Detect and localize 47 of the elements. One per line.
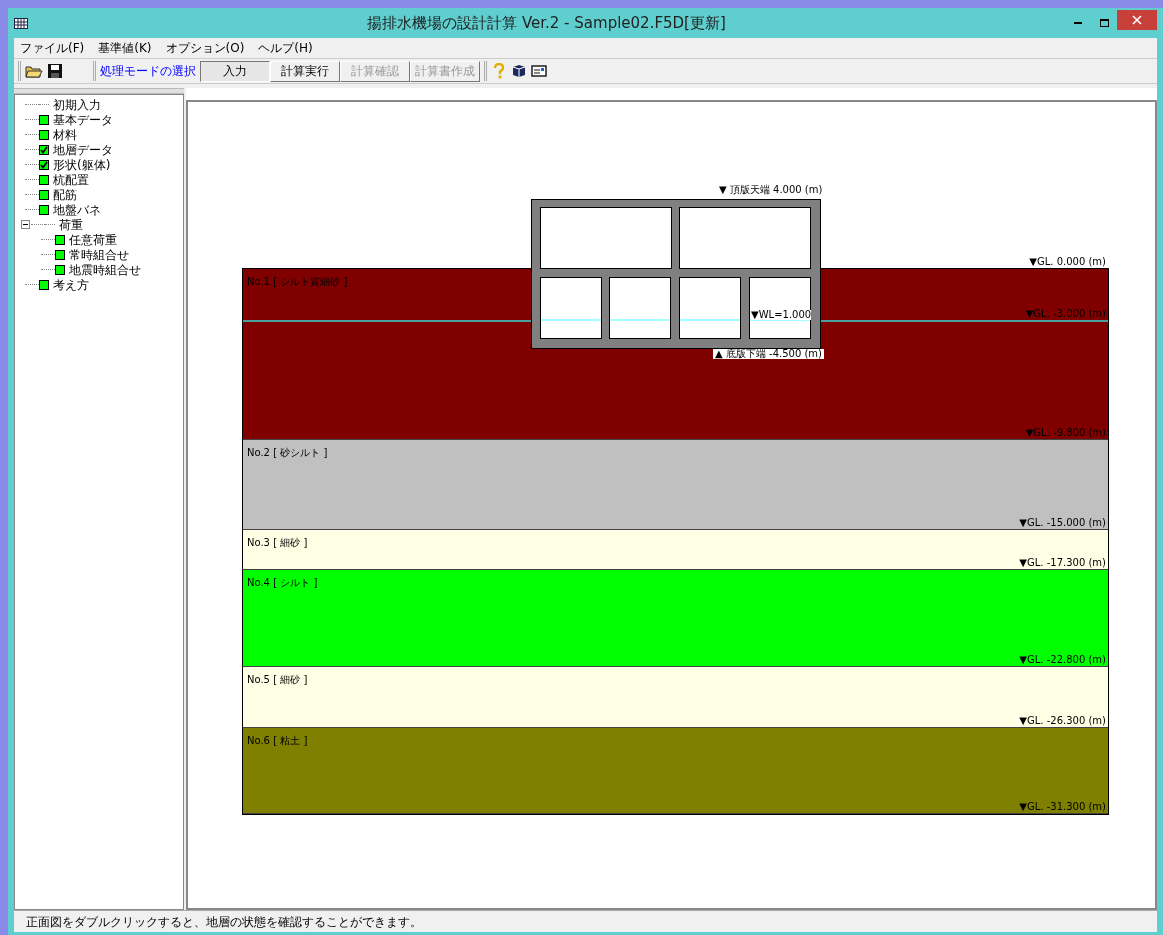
menu-item[interactable]: ファイル(F) bbox=[20, 39, 85, 57]
menu-item[interactable]: ヘルプ(H) bbox=[258, 39, 313, 57]
tree-item[interactable]: 荷重 bbox=[59, 218, 83, 231]
tree-item[interactable]: 初期入力 bbox=[53, 98, 101, 111]
water-level-label: ▼WL=1.000 bbox=[751, 310, 812, 320]
layer-label: No.4 [ シルト ] bbox=[247, 578, 318, 588]
tree-item[interactable]: 常時組合せ bbox=[69, 248, 129, 261]
tree-item[interactable]: 任意荷重 bbox=[69, 233, 117, 246]
tree-item[interactable]: 配筋 bbox=[53, 188, 77, 201]
close-icon bbox=[1132, 15, 1142, 25]
depth-label: ▼GL. -31.300 (m) bbox=[1019, 802, 1106, 812]
tree-item[interactable]: 杭配置 bbox=[53, 173, 89, 186]
layer-label: No.6 [ 粘土 ] bbox=[247, 736, 308, 746]
depth-label: ▼GL. -17.300 (m) bbox=[1019, 558, 1106, 568]
save-icon[interactable] bbox=[47, 63, 63, 79]
tree-item[interactable]: 形状(躯体) bbox=[53, 158, 111, 171]
collapse-icon[interactable] bbox=[21, 220, 30, 229]
status-text: 正面図をダブルクリックすると、地層の状態を確認することができます。 bbox=[26, 913, 422, 931]
menu-item[interactable]: オプション(O) bbox=[165, 39, 245, 57]
layer-label: No.1 [ シルト質細砂 ] bbox=[247, 277, 348, 287]
tree-item[interactable]: 材料 bbox=[53, 128, 77, 141]
depth-label: ▼GL. -26.300 (m) bbox=[1019, 716, 1106, 726]
window-title: 揚排水機場の設計計算 Ver.2 - Sample02.F5D[更新] bbox=[366, 12, 727, 34]
layer-label: No.5 [ 細砂 ] bbox=[247, 675, 308, 685]
layer-label: No.3 [ 細砂 ] bbox=[247, 538, 308, 548]
gl-label: ▼GL. 0.000 (m) bbox=[1029, 257, 1106, 267]
tree-item[interactable]: 地層データ bbox=[53, 143, 113, 156]
tree-item[interactable]: 基本データ bbox=[53, 113, 113, 126]
cube-icon[interactable] bbox=[511, 64, 527, 78]
top-level-label: ▼ 頂版天端 4.000 (m) bbox=[719, 185, 823, 195]
menu-item[interactable]: 基準値(K) bbox=[98, 39, 152, 57]
mode-button[interactable]: 入力 bbox=[200, 60, 270, 82]
card-icon[interactable] bbox=[531, 65, 547, 77]
tree-item[interactable]: 地震時組合せ bbox=[69, 263, 141, 276]
mode-label: 処理モードの選択 bbox=[100, 63, 196, 80]
bottom-level-label: ▲ 底版下端 -4.500 (m) bbox=[713, 349, 824, 359]
drawing-canvas[interactable] bbox=[186, 100, 1157, 910]
mode-button[interactable]: 計算実行 bbox=[270, 60, 340, 82]
open-folder-icon[interactable] bbox=[25, 63, 43, 79]
depth-label: ▼GL. -22.800 (m) bbox=[1019, 655, 1106, 665]
layer-label: No.2 [ 砂シルト ] bbox=[247, 448, 328, 458]
tree-item[interactable]: 考え方 bbox=[53, 278, 89, 291]
app-icon bbox=[14, 17, 28, 29]
tree-item[interactable]: 地盤バネ bbox=[53, 203, 101, 216]
depth-label: ▼GL. -9.800 (m) bbox=[1025, 428, 1106, 438]
gl-label: ▼GL. -3.000 (m) bbox=[1025, 309, 1106, 319]
depth-label: ▼GL. -15.000 (m) bbox=[1019, 518, 1106, 528]
